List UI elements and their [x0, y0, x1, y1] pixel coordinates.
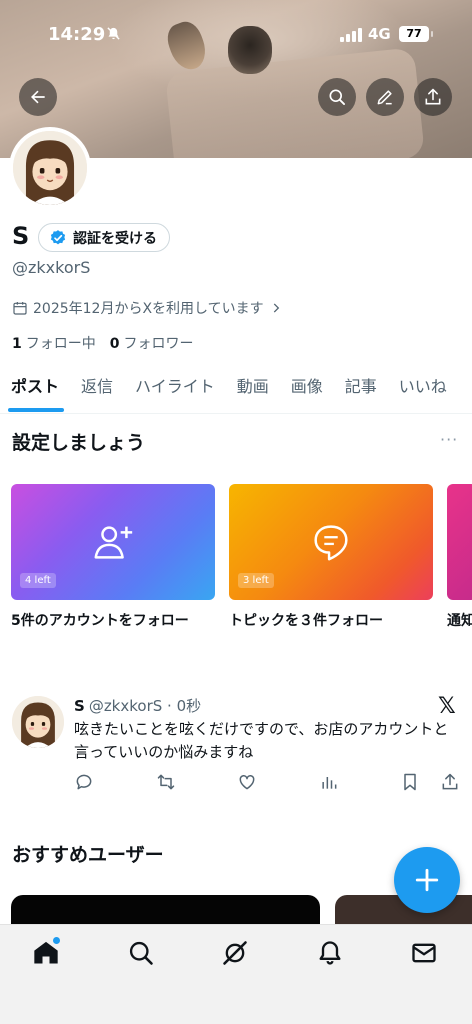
nav-messages[interactable] [410, 939, 440, 969]
compose-button[interactable] [394, 847, 460, 913]
followers-label: フォロワー [123, 336, 194, 352]
follow-topics-label: トピックを３件フォロー [229, 613, 383, 629]
follow-stats: 1 フォロー中 0 フォロワー [12, 333, 194, 353]
mail-icon [412, 943, 436, 963]
notifications-card[interactable] [447, 484, 472, 600]
retweet-button[interactable] [156, 772, 178, 794]
tab-images[interactable]: 画像 [280, 366, 334, 413]
tab-likes[interactable]: いいね [388, 366, 458, 413]
tweet-actions [74, 772, 464, 796]
edit-icon [377, 90, 392, 105]
tab-replies[interactable]: 返信 [70, 366, 124, 413]
share-button[interactable] [414, 78, 452, 116]
home-notification-dot [53, 937, 60, 944]
avatar-illustration [13, 131, 87, 205]
back-arrow-icon [31, 90, 45, 104]
reply-icon [76, 774, 92, 790]
tweet-author-name[interactable]: S [74, 697, 85, 715]
follow-topics-card[interactable]: 3 left [229, 484, 433, 600]
profile-tabs: ポスト 返信 ハイライト 動画 画像 記事 いいね [0, 366, 472, 414]
like-icon [239, 774, 255, 790]
network-label: 4G [368, 25, 391, 43]
verify-label: 認証を受ける [73, 230, 157, 247]
bookmark-button[interactable] [400, 772, 422, 794]
following-label: フォロー中 [25, 336, 96, 352]
reply-button[interactable] [74, 772, 96, 794]
nav-search[interactable] [127, 939, 157, 969]
status-bar: 14:29 4G 77 [0, 0, 472, 60]
bookmark-icon [404, 773, 416, 791]
tab-articles[interactable]: 記事 [334, 366, 388, 413]
views-button[interactable] [319, 772, 341, 794]
setup-title: 設定しましょう [12, 432, 146, 454]
calendar-icon [13, 302, 27, 315]
profile-avatar[interactable] [9, 127, 91, 209]
x-logo-icon: 𝕏 [438, 694, 456, 719]
remaining-badge: 3 left [238, 573, 274, 588]
signal-icon [340, 28, 362, 42]
search-button[interactable] [318, 78, 356, 116]
topic-icon [314, 525, 348, 561]
joined-text: 2025年12月からXを利用しています [33, 301, 264, 317]
notifications-label: 通知 [447, 613, 472, 629]
battery-icon: 77 [399, 26, 433, 42]
tweet-handle-time: @zkxkorS · 0秒 [88, 697, 202, 715]
recommended-users-title: おすすめユーザー [12, 844, 164, 866]
joined-date[interactable]: 2025年12月からXを利用しています [12, 298, 283, 318]
bell-off-icon [106, 26, 121, 45]
status-time: 14:29 [48, 24, 106, 45]
edit-button[interactable] [366, 78, 404, 116]
back-button[interactable] [19, 78, 57, 116]
bottom-navigation [0, 924, 472, 1024]
like-button[interactable] [237, 772, 259, 794]
tweet-header: S @zkxkorS · 0秒 [74, 695, 201, 716]
tweet-avatar[interactable] [12, 696, 64, 748]
tweet-text[interactable]: 呟きたいことを呟くだけですので、お店のアカウントと言っていいのか悩みますね [74, 718, 454, 764]
verified-badge-icon [50, 229, 66, 244]
profile-handle: @zkxkorS [12, 258, 91, 277]
more-options-icon[interactable]: ··· [440, 430, 458, 449]
tab-videos[interactable]: 動画 [226, 366, 280, 413]
search-icon [129, 941, 153, 965]
following-count: 1 [12, 336, 22, 352]
share-icon [425, 88, 441, 105]
share-post-button[interactable] [440, 772, 462, 794]
share-icon [442, 773, 458, 790]
verify-button[interactable]: 認証を受ける [38, 223, 170, 252]
remaining-badge: 4 left [20, 573, 56, 588]
avatar-illustration [12, 696, 64, 748]
grok-icon [223, 941, 247, 965]
follow-accounts-card[interactable]: 4 left [11, 484, 215, 600]
views-icon [322, 777, 337, 789]
bell-icon [319, 941, 341, 965]
nav-grok[interactable] [221, 939, 251, 969]
chevron-right-icon [273, 303, 279, 313]
retweet-icon [157, 774, 175, 790]
followers-link[interactable]: 0 フォロワー [110, 333, 194, 353]
display-name: S [12, 222, 30, 250]
tab-highlights[interactable]: ハイライト [124, 366, 226, 413]
followers-count: 0 [109, 336, 120, 352]
nav-notifications[interactable] [316, 939, 346, 969]
search-icon [329, 89, 345, 106]
follow-accounts-label: 5件のアカウントをフォロー [11, 613, 189, 629]
plus-icon [415, 868, 439, 892]
following-link[interactable]: 1 フォロー中 [12, 333, 96, 353]
add-user-icon [94, 526, 133, 559]
tab-posts[interactable]: ポスト [0, 366, 70, 413]
